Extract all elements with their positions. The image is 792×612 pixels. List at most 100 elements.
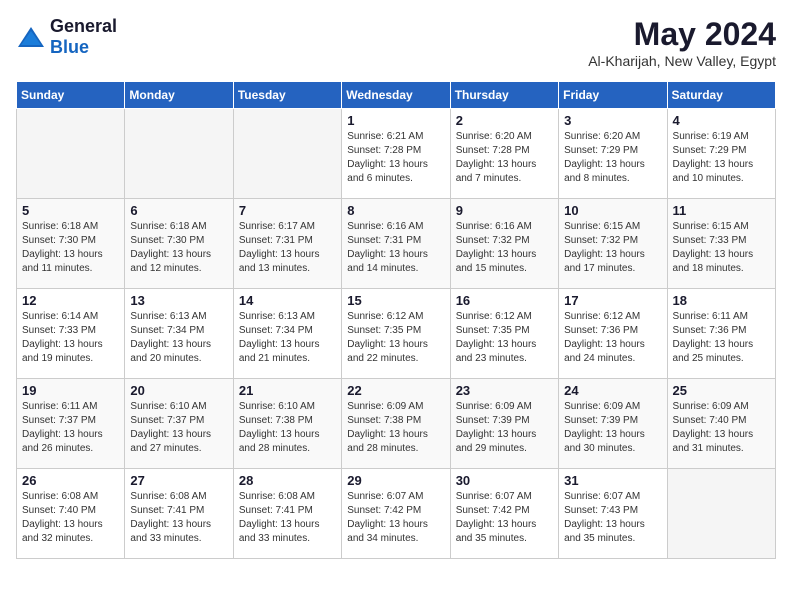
day-number: 14 (239, 293, 336, 308)
day-number: 2 (456, 113, 553, 128)
day-cell: 5 Sunrise: 6:18 AM Sunset: 7:30 PM Daylig… (17, 199, 125, 289)
day-number: 29 (347, 473, 444, 488)
day-cell: 4Sunrise: 6:19 AM Sunset: 7:29 PM Daylig… (667, 109, 775, 199)
day-info: Sunrise: 6:08 AM Sunset: 7:41 PM Dayligh… (239, 490, 336, 546)
day-number: 7 (239, 203, 336, 218)
day-cell: 30 Sunrise: 6:07 AM Sunset: 7:42 PM Dayli… (450, 469, 558, 559)
day-info: Sunrise: 6:20 AM Sunset: 7:28 PM Dayligh… (456, 130, 553, 186)
calendar-table: SundayMondayTuesdayWednesdayThursdayFrid… (16, 81, 776, 559)
day-cell: 29Sunrise: 6:07 AM Sunset: 7:42 PM Dayli… (342, 469, 450, 559)
day-number: 28 (239, 473, 336, 488)
day-number: 11 (673, 203, 770, 218)
day-cell: 26Sunrise: 6:08 AM Sunset: 7:40 PM Dayli… (17, 469, 125, 559)
header-thursday: Thursday (450, 82, 558, 109)
logo-general: General (50, 16, 117, 36)
day-number: 20 (130, 383, 227, 398)
day-info: Sunrise: 6:15 AM Sunset: 7:32 PM Dayligh… (564, 220, 661, 276)
day-info: Sunrise: 6:16 AM Sunset: 7:31 PM Dayligh… (347, 220, 444, 276)
page-header: General Blue May 2024 Al-Kharijah, New V… (16, 16, 776, 69)
day-cell: 25 Sunrise: 6:09 AM Sunset: 7:40 PM Dayli… (667, 379, 775, 469)
day-info: Sunrise: 6:10 AM Sunset: 7:38 PM Dayligh… (239, 400, 336, 456)
day-info: Sunrise: 6:18 AM Sunset: 7:30 PM Dayligh… (22, 220, 119, 276)
header-monday: Monday (125, 82, 233, 109)
day-number: 30 (456, 473, 553, 488)
day-cell: 17 Sunrise: 6:12 AM Sunset: 7:36 PM Dayli… (559, 289, 667, 379)
week-row-5: 26Sunrise: 6:08 AM Sunset: 7:40 PM Dayli… (17, 469, 776, 559)
day-number: 4 (673, 113, 770, 128)
day-info: Sunrise: 6:10 AM Sunset: 7:37 PM Dayligh… (130, 400, 227, 456)
day-cell: 27 Sunrise: 6:08 AM Sunset: 7:41 PM Dayli… (125, 469, 233, 559)
day-number: 27 (130, 473, 227, 488)
day-number: 15 (347, 293, 444, 308)
day-info: Sunrise: 6:21 AM Sunset: 7:28 PM Dayligh… (347, 130, 444, 186)
day-cell (233, 109, 341, 199)
day-info: Sunrise: 6:09 AM Sunset: 7:40 PM Dayligh… (673, 400, 770, 456)
day-info: Sunrise: 6:18 AM Sunset: 7:30 PM Dayligh… (130, 220, 227, 276)
header-sunday: Sunday (17, 82, 125, 109)
day-cell: 14 Sunrise: 6:13 AM Sunset: 7:34 PM Dayli… (233, 289, 341, 379)
day-cell: 20 Sunrise: 6:10 AM Sunset: 7:37 PM Dayli… (125, 379, 233, 469)
day-number: 18 (673, 293, 770, 308)
day-cell: 3Sunrise: 6:20 AM Sunset: 7:29 PM Daylig… (559, 109, 667, 199)
day-info: Sunrise: 6:12 AM Sunset: 7:36 PM Dayligh… (564, 310, 661, 366)
day-info: Sunrise: 6:16 AM Sunset: 7:32 PM Dayligh… (456, 220, 553, 276)
week-row-3: 12Sunrise: 6:14 AM Sunset: 7:33 PM Dayli… (17, 289, 776, 379)
week-row-2: 5 Sunrise: 6:18 AM Sunset: 7:30 PM Daylig… (17, 199, 776, 289)
day-cell: 8 Sunrise: 6:16 AM Sunset: 7:31 PM Daylig… (342, 199, 450, 289)
day-number: 21 (239, 383, 336, 398)
week-row-1: 1 Sunrise: 6:21 AM Sunset: 7:28 PM Daylig… (17, 109, 776, 199)
day-number: 19 (22, 383, 119, 398)
day-info: Sunrise: 6:12 AM Sunset: 7:35 PM Dayligh… (347, 310, 444, 366)
day-info: Sunrise: 6:12 AM Sunset: 7:35 PM Dayligh… (456, 310, 553, 366)
day-number: 3 (564, 113, 661, 128)
day-cell: 1 Sunrise: 6:21 AM Sunset: 7:28 PM Daylig… (342, 109, 450, 199)
day-number: 13 (130, 293, 227, 308)
week-row-4: 19 Sunrise: 6:11 AM Sunset: 7:37 PM Dayli… (17, 379, 776, 469)
day-cell: 10Sunrise: 6:15 AM Sunset: 7:32 PM Dayli… (559, 199, 667, 289)
day-number: 25 (673, 383, 770, 398)
day-cell: 12Sunrise: 6:14 AM Sunset: 7:33 PM Dayli… (17, 289, 125, 379)
day-cell: 7Sunrise: 6:17 AM Sunset: 7:31 PM Daylig… (233, 199, 341, 289)
month-year: May 2024 (588, 16, 776, 53)
day-number: 12 (22, 293, 119, 308)
day-cell (667, 469, 775, 559)
day-number: 5 (22, 203, 119, 218)
day-info: Sunrise: 6:09 AM Sunset: 7:38 PM Dayligh… (347, 400, 444, 456)
day-info: Sunrise: 6:15 AM Sunset: 7:33 PM Dayligh… (673, 220, 770, 276)
day-number: 24 (564, 383, 661, 398)
day-cell: 22 Sunrise: 6:09 AM Sunset: 7:38 PM Dayli… (342, 379, 450, 469)
day-cell: 15 Sunrise: 6:12 AM Sunset: 7:35 PM Dayli… (342, 289, 450, 379)
day-info: Sunrise: 6:09 AM Sunset: 7:39 PM Dayligh… (564, 400, 661, 456)
day-info: Sunrise: 6:11 AM Sunset: 7:37 PM Dayligh… (22, 400, 119, 456)
day-cell: 11 Sunrise: 6:15 AM Sunset: 7:33 PM Dayli… (667, 199, 775, 289)
day-number: 8 (347, 203, 444, 218)
day-cell (125, 109, 233, 199)
logo-text: General Blue (50, 16, 117, 58)
day-info: Sunrise: 6:08 AM Sunset: 7:41 PM Dayligh… (130, 490, 227, 546)
day-cell: 13 Sunrise: 6:13 AM Sunset: 7:34 PM Dayli… (125, 289, 233, 379)
day-cell: 18Sunrise: 6:11 AM Sunset: 7:36 PM Dayli… (667, 289, 775, 379)
day-number: 1 (347, 113, 444, 128)
logo: General Blue (16, 16, 117, 58)
day-number: 6 (130, 203, 227, 218)
logo-icon (16, 25, 46, 49)
day-cell: 24 Sunrise: 6:09 AM Sunset: 7:39 PM Dayli… (559, 379, 667, 469)
day-number: 17 (564, 293, 661, 308)
day-number: 22 (347, 383, 444, 398)
header-friday: Friday (559, 82, 667, 109)
day-cell: 28 Sunrise: 6:08 AM Sunset: 7:41 PM Dayli… (233, 469, 341, 559)
day-info: Sunrise: 6:08 AM Sunset: 7:40 PM Dayligh… (22, 490, 119, 546)
day-number: 16 (456, 293, 553, 308)
day-number: 9 (456, 203, 553, 218)
day-cell (17, 109, 125, 199)
header-row: SundayMondayTuesdayWednesdayThursdayFrid… (17, 82, 776, 109)
day-cell: 19 Sunrise: 6:11 AM Sunset: 7:37 PM Dayli… (17, 379, 125, 469)
day-info: Sunrise: 6:07 AM Sunset: 7:43 PM Dayligh… (564, 490, 661, 546)
day-info: Sunrise: 6:13 AM Sunset: 7:34 PM Dayligh… (239, 310, 336, 366)
day-info: Sunrise: 6:07 AM Sunset: 7:42 PM Dayligh… (456, 490, 553, 546)
day-cell: 2 Sunrise: 6:20 AM Sunset: 7:28 PM Daylig… (450, 109, 558, 199)
header-wednesday: Wednesday (342, 82, 450, 109)
day-cell: 31Sunrise: 6:07 AM Sunset: 7:43 PM Dayli… (559, 469, 667, 559)
day-info: Sunrise: 6:13 AM Sunset: 7:34 PM Dayligh… (130, 310, 227, 366)
day-number: 23 (456, 383, 553, 398)
